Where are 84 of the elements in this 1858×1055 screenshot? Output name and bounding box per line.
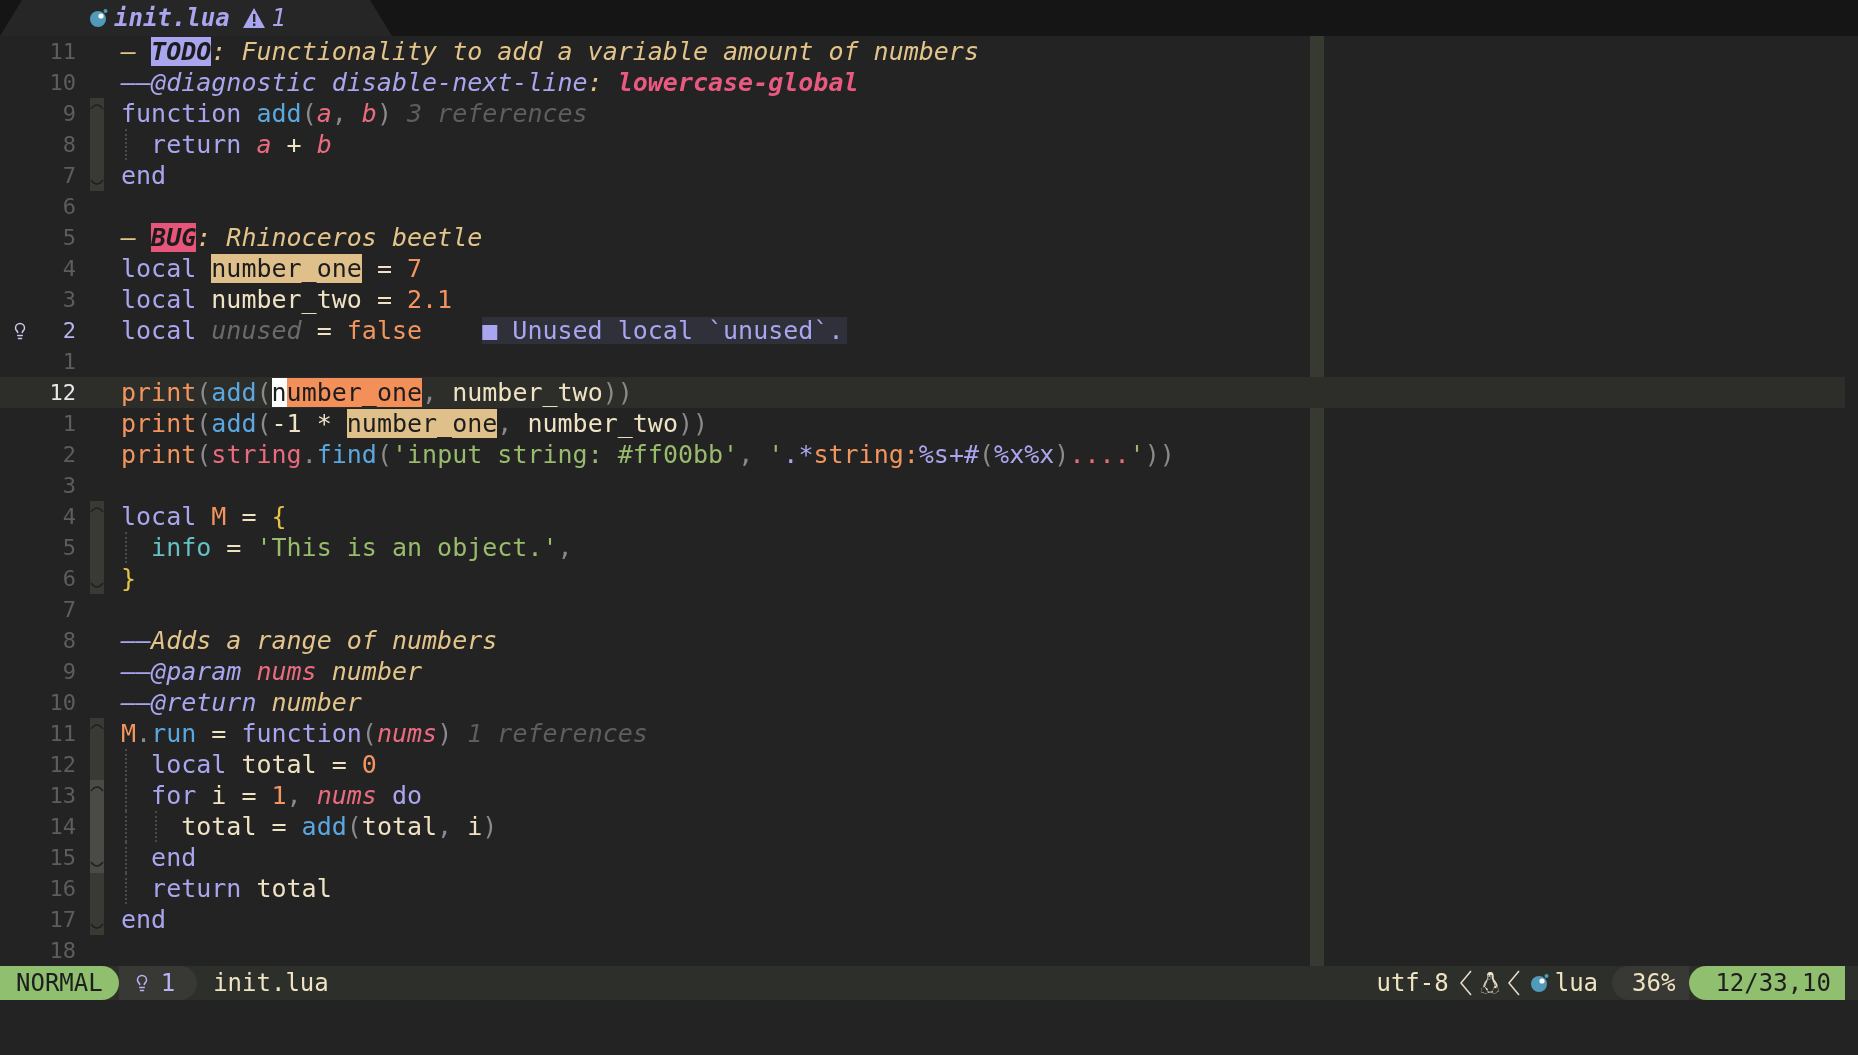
line-number: 5 [61, 534, 76, 562]
code-line: function add(a, b) [121, 98, 392, 129]
fold-arc-icon [90, 861, 104, 869]
file-name: init.lua [213, 968, 329, 999]
hint-count: 1 [160, 968, 176, 999]
line-number: 2 [61, 317, 76, 345]
line-number: 3 [61, 472, 76, 500]
line-number: 16 [48, 875, 76, 903]
code-line: — BUG: Rhinoceros beetle [121, 222, 483, 253]
line-number: 12 [48, 379, 76, 407]
line-number: 17 [48, 906, 76, 934]
fold-arc-icon [90, 582, 104, 590]
line-number: 11 [48, 720, 76, 748]
line-number: 9 [61, 100, 76, 128]
chevron-separator-icon [1458, 970, 1473, 996]
code-line: } [121, 563, 137, 594]
code-line: print(add(-1 * number_one, number_two)) [121, 408, 709, 439]
warning-count: 1 [271, 3, 287, 34]
code-line: M.run = function(nums) [121, 718, 453, 749]
code-line: local number_one = 7 [121, 253, 423, 284]
code-line: local total = 0 [151, 749, 377, 780]
line-number: 1 [61, 348, 76, 376]
code-line: total = add(total, i) [181, 811, 498, 842]
code-line: return a + b [151, 129, 332, 160]
line-number: 14 [48, 813, 76, 841]
warning-icon [241, 7, 266, 29]
fold-arc-icon [90, 102, 104, 110]
code-line: end [121, 904, 167, 935]
line-number: 8 [61, 131, 76, 159]
code-line: local number_two = 2.1 [121, 284, 453, 315]
line-number: 12 [48, 751, 76, 779]
line-number: 9 [61, 658, 76, 686]
code-line: for i = 1, nums do [151, 780, 423, 811]
line-number: 13 [48, 782, 76, 810]
filetype-label: lua [1554, 968, 1599, 999]
code-line: ——@diagnostic disable-next-line: lowercase-global [121, 67, 859, 98]
code-line: — TODO: Functionality to add a variable amount of numbers [121, 36, 979, 67]
code-line: print(string.find('input string: #ff00bb', '.*string:%s+#(%x%x)....')) [121, 439, 1175, 470]
fold-arc-icon [90, 722, 104, 730]
code-line: end [121, 160, 167, 191]
file-tab[interactable]: init.lua 1 [0, 0, 392, 36]
code-line: local M = { [121, 501, 287, 532]
code-line: return total [151, 873, 332, 904]
code-line: end [151, 842, 197, 873]
fold-arc-icon [90, 505, 104, 513]
fold-arc-icon [90, 923, 104, 931]
line-number: 8 [61, 627, 76, 655]
encoding-label: utf-8 [1376, 968, 1449, 999]
linux-penguin-icon [1478, 972, 1501, 994]
line-number: 6 [61, 193, 76, 221]
line-number: 1 [61, 410, 76, 438]
reference-hint: 3 references [407, 98, 588, 129]
mode-indicator: NORMAL [0, 966, 119, 1000]
line-number: 5 [61, 224, 76, 252]
code-line: local unused = false [121, 315, 423, 346]
diagnostic-message: ■ Unused local `unused`. [482, 317, 848, 344]
lua-icon [1528, 973, 1549, 993]
line-number: 6 [61, 565, 76, 593]
indent-guide [155, 811, 158, 842]
line-number: 15 [48, 844, 76, 872]
reference-hint: 1 references [467, 718, 648, 749]
fold-arc-icon [90, 784, 104, 792]
progress-label: 36% [1612, 966, 1690, 1000]
fold-arc-icon [90, 179, 104, 187]
line-number: 10 [48, 69, 76, 97]
code-line: info = 'This is an object.', [151, 532, 573, 563]
code-line: ——Adds a range of numbers [121, 625, 498, 656]
line-number: 4 [61, 503, 76, 531]
chevron-separator-icon [1506, 970, 1521, 996]
line-number: 18 [48, 937, 76, 965]
line-number: 7 [61, 162, 76, 190]
indent-guide [125, 532, 127, 563]
cursor-position: 12/33,10 [1689, 966, 1845, 1000]
line-number: 4 [61, 255, 76, 283]
line-number: 7 [61, 596, 76, 624]
code-line: ——@return number [121, 687, 362, 718]
code-line: ——@param nums number [121, 656, 423, 687]
code-line: print(add(number_one, number_two)) [121, 377, 633, 408]
line-number: 10 [48, 689, 76, 717]
line-number: 11 [48, 38, 76, 66]
line-number: 3 [61, 286, 76, 314]
lua-icon [88, 8, 108, 28]
line-number: 2 [61, 441, 76, 469]
indent-guide [125, 129, 127, 160]
